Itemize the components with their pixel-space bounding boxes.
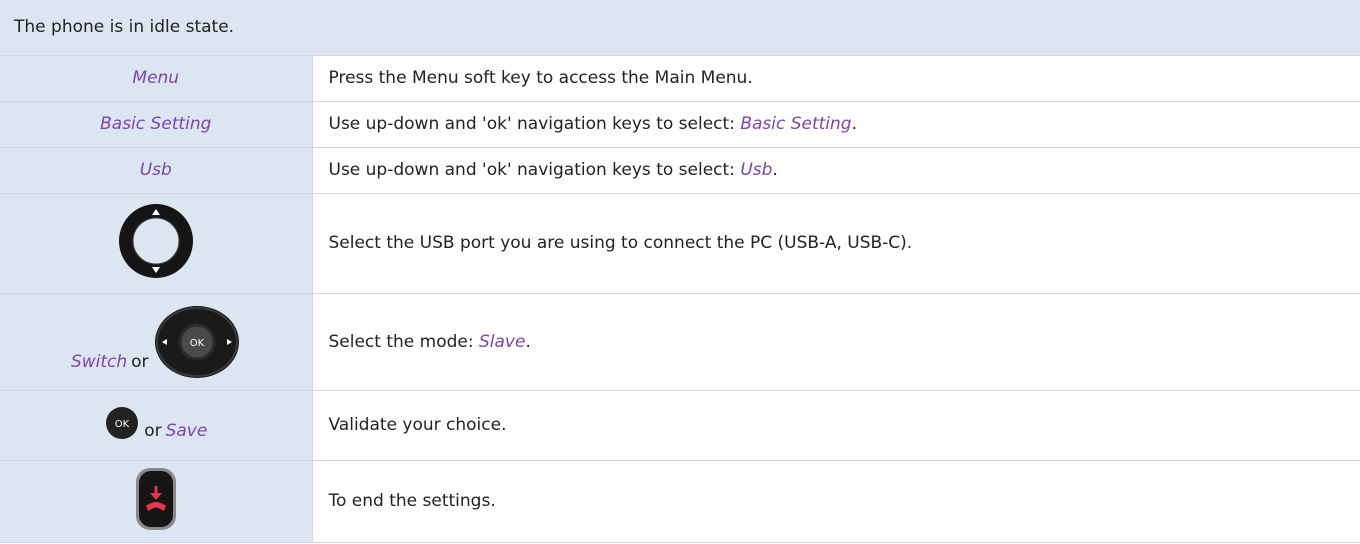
header-text: The phone is in idle state. [0, 0, 1360, 56]
step-description: Select the USB port you are using to con… [312, 193, 1360, 294]
table-row: OK or Save Validate your choice. [0, 390, 1360, 461]
table-row: Usb Use up-down and 'ok' navigation keys… [0, 147, 1360, 194]
step-description: Validate your choice. [312, 390, 1360, 461]
step-description: To end the settings. [312, 460, 1360, 543]
table-row: Basic Setting Use up-down and 'ok' navig… [0, 101, 1360, 148]
menu-key-label[interactable]: Menu [132, 68, 179, 88]
usb-key-label[interactable]: Usb [140, 160, 172, 180]
hang-up-key-icon[interactable] [134, 466, 178, 537]
table-row: Switch or OK Select the mode: Slave. [0, 293, 1360, 391]
or-connector: or [131, 351, 149, 372]
ok-button-icon[interactable]: OK [104, 405, 140, 441]
table-header-row: The phone is in idle state. [0, 0, 1360, 56]
step-description: Use up-down and 'ok' navigation keys to … [312, 147, 1360, 194]
switch-key-label[interactable]: Switch [71, 352, 127, 372]
svg-text:OK: OK [189, 338, 204, 349]
save-key-label[interactable]: Save [166, 421, 208, 441]
step-description: Select the mode: Slave. [312, 293, 1360, 391]
procedure-table: The phone is in idle state. Menu Press t… [0, 0, 1360, 543]
table-row: Select the USB port you are using to con… [0, 193, 1360, 294]
navigator-ok-icon[interactable]: OK [153, 304, 241, 380]
or-connector: or [144, 420, 162, 441]
svg-text:OK: OK [115, 419, 130, 430]
navigator-up-down-icon[interactable] [115, 200, 197, 287]
step-description: Press the Menu soft key to access the Ma… [312, 55, 1360, 102]
table-row: To end the settings. [0, 460, 1360, 543]
basic-setting-key-label[interactable]: Basic Setting [100, 114, 211, 134]
table-row: Menu Press the Menu soft key to access t… [0, 55, 1360, 102]
step-description: Use up-down and 'ok' navigation keys to … [312, 101, 1360, 148]
